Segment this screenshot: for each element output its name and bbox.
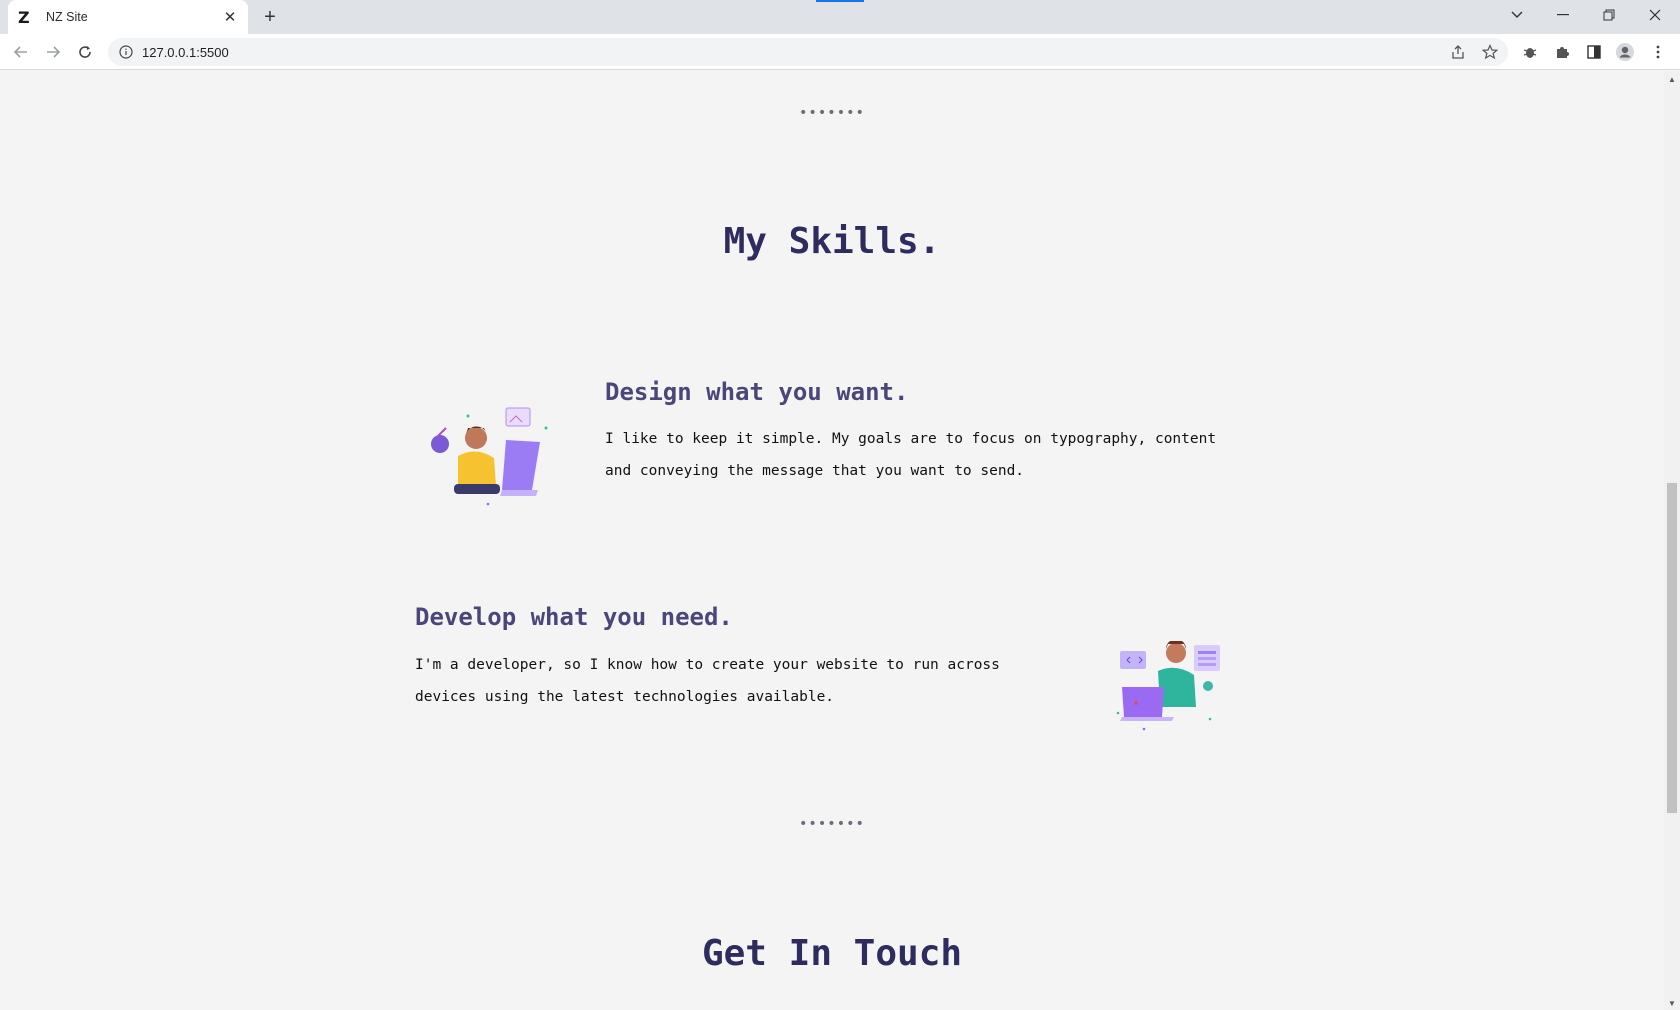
tab-loading-indicator bbox=[816, 0, 864, 2]
share-icon bbox=[1452, 45, 1464, 59]
skill-develop-text-line1: I'm a developer, so I know how to create… bbox=[415, 657, 1000, 673]
side-panel-button[interactable] bbox=[1584, 42, 1604, 62]
close-tab-icon[interactable]: ✕ bbox=[222, 8, 238, 26]
chevron-down-icon bbox=[1511, 11, 1523, 18]
star-icon bbox=[1482, 44, 1498, 60]
browser-tab[interactable]: Z NZ Site ✕ bbox=[8, 0, 248, 34]
browser-toolbar: 127.0.0.1:5500 bbox=[0, 34, 1680, 70]
restore-icon bbox=[1603, 9, 1615, 21]
scrollbar-thumb[interactable] bbox=[1667, 483, 1677, 813]
minimize-icon bbox=[1557, 14, 1569, 16]
skill-develop-text-line2: devices using the latest technologies av… bbox=[415, 689, 835, 705]
extensions-button[interactable] bbox=[1552, 42, 1572, 62]
restore-button[interactable] bbox=[1586, 0, 1632, 30]
puzzle-icon bbox=[1557, 47, 1569, 58]
address-bar[interactable]: 127.0.0.1:5500 bbox=[108, 38, 1508, 66]
share-button[interactable] bbox=[1448, 42, 1468, 62]
reload-button[interactable] bbox=[72, 40, 98, 64]
extension-bug-button[interactable] bbox=[1520, 42, 1540, 62]
site-info-icon[interactable] bbox=[118, 44, 134, 60]
bug-icon bbox=[1523, 48, 1537, 58]
skill-design-title: Design what you want. bbox=[605, 378, 909, 406]
side-panel-icon bbox=[1587, 45, 1601, 59]
page-content: ••••••• My Skills. Design what you want. bbox=[0, 71, 1664, 1010]
bookmark-button[interactable] bbox=[1480, 42, 1500, 62]
minimize-button[interactable] bbox=[1540, 0, 1586, 30]
kebab-menu-icon bbox=[1656, 45, 1660, 59]
skills-heading: My Skills. bbox=[723, 221, 941, 262]
design-illustration bbox=[428, 406, 556, 510]
avatar-icon bbox=[1616, 43, 1634, 61]
scroll-down-arrow-icon[interactable]: ▼ bbox=[1668, 999, 1676, 1008]
menu-button[interactable] bbox=[1648, 42, 1668, 62]
skill-develop-text: I'm a developer, so I know how to create… bbox=[415, 649, 1000, 713]
forward-button[interactable] bbox=[40, 40, 66, 64]
new-tab-button[interactable]: + bbox=[258, 4, 282, 30]
profile-button[interactable] bbox=[1615, 42, 1635, 62]
scroll-up-arrow-icon[interactable]: ▲ bbox=[1668, 75, 1676, 84]
close-window-button[interactable] bbox=[1632, 0, 1678, 30]
tab-title: NZ Site bbox=[46, 10, 88, 24]
section-separator-bottom: ••••••• bbox=[798, 816, 865, 832]
skill-design-text-line2: and conveying the message that you want … bbox=[605, 463, 1025, 479]
tab-strip: Z NZ Site ✕ + bbox=[0, 0, 1680, 34]
skill-develop-title: Develop what you need. bbox=[415, 603, 733, 631]
reload-icon bbox=[79, 46, 91, 58]
skill-design-text-line1: I like to keep it simple. My goals are t… bbox=[605, 431, 1217, 447]
back-button[interactable] bbox=[8, 40, 34, 64]
vertical-scrollbar[interactable]: ▲ ▼ bbox=[1664, 71, 1680, 1010]
forward-arrow-icon bbox=[47, 46, 61, 58]
browser-window: Z NZ Site ✕ + 127.0.0.1:5500 ••••••• My … bbox=[0, 0, 1680, 1010]
contact-heading: Get In Touch bbox=[701, 933, 963, 974]
site-favicon: Z bbox=[18, 7, 30, 27]
develop-illustration bbox=[1114, 639, 1226, 735]
url-text[interactable]: 127.0.0.1:5500 bbox=[142, 45, 229, 60]
skill-design-text: I like to keep it simple. My goals are t… bbox=[605, 423, 1216, 487]
tab-search-button[interactable] bbox=[1494, 0, 1540, 30]
close-icon bbox=[1649, 9, 1661, 21]
section-separator-top: ••••••• bbox=[798, 105, 865, 121]
back-arrow-icon bbox=[13, 46, 27, 58]
